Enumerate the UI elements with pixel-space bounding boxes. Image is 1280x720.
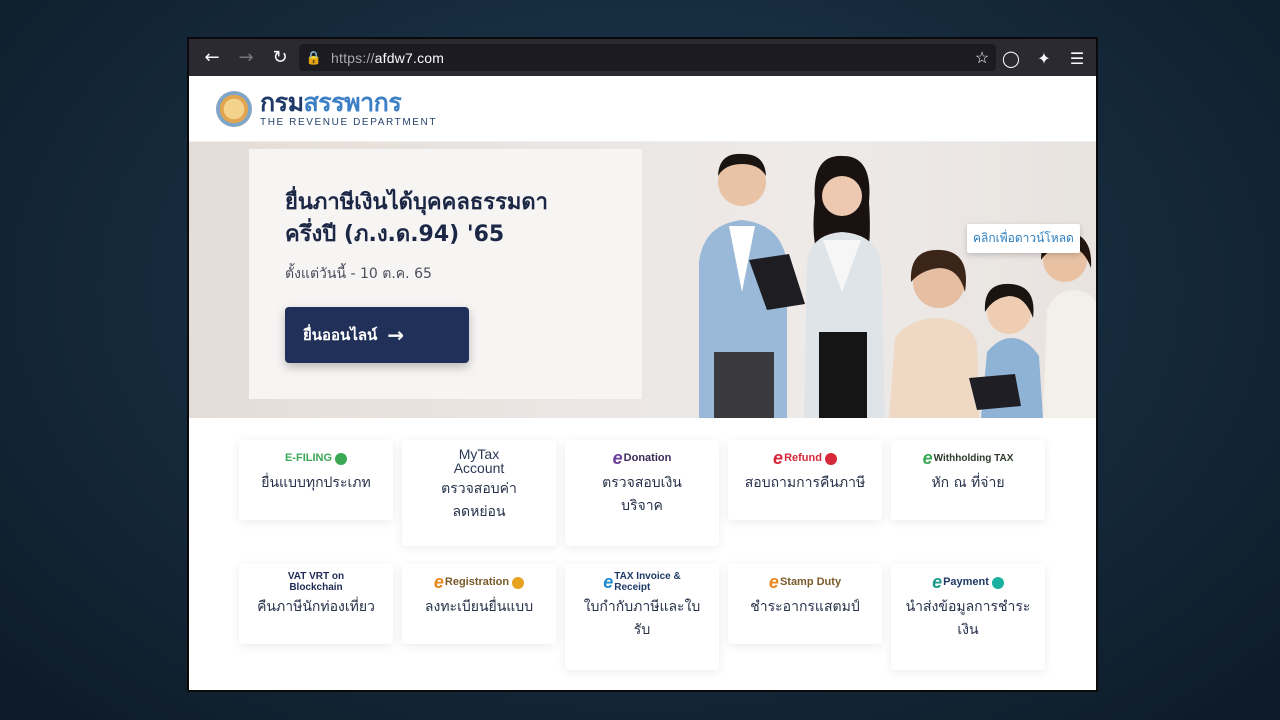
brand-thai: กรมสรรพากร [260,89,437,117]
hero-people-photo [699,153,1096,418]
estamp-logo-text: Stamp Duty [779,576,842,588]
mytax-label: ตรวจสอบค่าลดหย่อน [402,476,556,524]
efiling-dot-icon [335,453,348,465]
service-card-ewithholding[interactable]: e Withholding TAX หัก ณ ที่จ่าย [891,440,1045,520]
eregistration-dot-icon [512,577,525,589]
service-card-efiling[interactable]: E-FILING ยื่นแบบทุกประเภท [239,440,393,520]
browser-toolbar: ← → ↻ 🔒 https://afdw7.com ☆ ◯ ✦ ☰ [189,39,1096,76]
hero-title-line2: ครึ่งปี (ภ.ง.ด.94) '65 [285,222,505,247]
epayment-logo-icon: e Payment [891,564,1045,594]
brand-english: THE REVENUE DEPARTMENT [260,117,438,128]
epayment-label-line2: เงิน [957,622,979,638]
shield-icon[interactable]: ◯ [996,43,1026,73]
brand-thai-part2: สรรพากร [303,88,402,117]
vrt-label: คืนภาษีนักท่องเที่ยว [257,599,375,615]
eregistration-e-icon: e [433,571,444,592]
arrow-right-icon: → [387,323,405,347]
service-card-erefund[interactable]: e Refund สอบถามการคืนภาษี [728,440,882,520]
hero-title: ยื่นภาษีเงินได้บุคคลธรรมดา ครึ่งปี (ภ.ง.… [285,187,625,251]
service-card-mytax[interactable]: MyTax Account ตรวจสอบค่าลดหย่อน [402,440,556,546]
vrt-logo-line2: Blockchain [289,582,343,593]
epayment-label: นำส่งข้อมูลการชำระเงิน [891,594,1045,642]
forward-arrow-icon[interactable]: → [231,43,261,73]
erefund-e-icon: e [773,447,784,468]
etax-logo-line1: TAX Invoice & [614,571,681,582]
edonation-logo-icon: e Donation [565,440,719,470]
browser-window: ← → ↻ 🔒 https://afdw7.com ☆ ◯ ✦ ☰ กรมสรร… [187,37,1098,692]
epayment-label-line1: นำส่งข้อมูลการชำระ [905,599,1031,615]
service-card-eregistration[interactable]: e Registration ลงทะเบียนยื่นแบบ [402,564,556,644]
menu-icon[interactable]: ☰ [1062,43,1092,73]
ewithholding-e-icon: e [922,447,933,468]
reload-icon[interactable]: ↻ [265,43,295,73]
services-grid: E-FILING ยื่นแบบทุกประเภท MyTax Account … [189,418,1096,690]
file-online-button[interactable]: ยื่นออนไลน์ → [285,307,469,363]
mytax-label-line2: ลดหย่อน [452,504,506,520]
efiling-logo-text: E-FILING [284,452,333,464]
hero-subtitle: ตั้งแต่วันนี้ - 10 ต.ค. 65 [285,266,432,282]
url-host: afdw7.com [374,49,445,66]
mytax-label-line1: ตรวจสอบค่า [441,481,517,497]
eregistration-logo-icon: e Registration [402,564,556,594]
edonation-e-icon: e [612,447,623,468]
etax-label-line2: รับ [633,622,651,638]
etax-label: ใบกำกับภาษีและใบรับ [565,594,719,642]
service-card-epayment[interactable]: e Payment นำส่งข้อมูลการชำระเงิน [891,564,1045,670]
ewithholding-logo-text: Withholding TAX [933,452,1014,464]
epayment-e-icon: e [932,571,943,592]
bookmark-star-icon[interactable]: ☆ [968,48,996,68]
edonation-logo-text: Donation [623,452,672,464]
site-logo[interactable]: กรมสรรพากร THE REVENUE DEPARTMENT [260,89,438,129]
estamp-label: ชำระอากรแสตมป์ [750,599,860,615]
erefund-logo-text: Refund [784,452,822,464]
hero-banner: ยื่นภาษีเงินได้บุคคลธรรมดา ครึ่งปี (ภ.ง.… [189,142,1096,418]
mytax-logo-line1: MyTax [458,446,500,462]
address-bar[interactable]: 🔒 https://afdw7.com ☆ [299,44,996,71]
edonation-label-line1: ตรวจสอบเงิน [602,475,682,491]
ewithholding-label: หัก ณ ที่จ่าย [931,475,1005,491]
estamp-logo-icon: e Stamp Duty [728,564,882,594]
lock-icon[interactable]: 🔒 [301,50,327,66]
edonation-label: ตรวจสอบเงินบริจาค [565,470,719,518]
etax-e-icon: e [603,571,614,592]
etax-logo-text: TAX Invoice & Receipt [614,571,681,593]
service-card-estamp-duty[interactable]: e Stamp Duty ชำระอากรแสตมป์ [728,564,882,644]
efiling-logo-icon: E-FILING [239,440,393,470]
efiling-label: ยื่นแบบทุกประเภท [261,475,371,491]
url-scheme: https:// [331,49,375,66]
vrt-logo-line1: VAT VRT on [287,571,345,582]
site-header: กรมสรรพากร THE REVENUE DEPARTMENT [189,76,1096,142]
mytax-logo-line2: Account [453,460,505,476]
service-card-etax-invoice[interactable]: e TAX Invoice & Receipt ใบกำกับภาษีและใบรั… [565,564,719,670]
erefund-label: สอบถามการคืนภาษี [744,475,866,491]
etax-invoice-logo-icon: e TAX Invoice & Receipt [565,564,719,594]
edonation-label-line2: บริจาค [621,498,663,514]
erefund-logo-icon: e Refund [728,440,882,470]
etax-logo-line2: Receipt [614,582,651,593]
vrt-logo-icon: VAT VRT on Blockchain [239,564,393,594]
web-page: กรมสรรพากร THE REVENUE DEPARTMENT ยื่นภา… [189,76,1096,690]
extensions-icon[interactable]: ✦ [1029,43,1059,73]
ewithholding-logo-icon: e Withholding TAX [891,440,1045,470]
back-arrow-icon[interactable]: ← [197,43,227,73]
revenue-department-seal-icon[interactable] [216,90,252,127]
hero-card: ยื่นภาษีเงินได้บุคคลธรรมดา ครึ่งปี (ภ.ง.… [249,149,642,399]
eregistration-logo-text: Registration [444,576,510,588]
epayment-logo-text: Payment [943,576,989,588]
epayment-dot-icon [991,577,1004,589]
url-text[interactable]: https://afdw7.com [327,50,968,66]
etax-label-line1: ใบกำกับภาษีและใบ [583,599,701,615]
hero-title-line1: ยื่นภาษีเงินได้บุคคลธรรมดา [285,190,549,215]
erefund-dot-icon [824,453,837,465]
file-online-label: ยื่นออนไลน์ [303,326,378,344]
service-card-edonation[interactable]: e Donation ตรวจสอบเงินบริจาค [565,440,719,546]
mytax-logo-icon: MyTax Account [402,440,556,476]
estamp-e-icon: e [768,571,779,592]
eregistration-label: ลงทะเบียนยื่นแบบ [424,599,534,615]
brand-thai-part1: กรม [260,88,304,117]
service-card-vrt-blockchain[interactable]: VAT VRT on Blockchain คืนภาษีนักท่องเที่… [239,564,393,644]
download-tag-button[interactable]: คลิกเพื่อดาวน์โหลด [967,224,1080,253]
